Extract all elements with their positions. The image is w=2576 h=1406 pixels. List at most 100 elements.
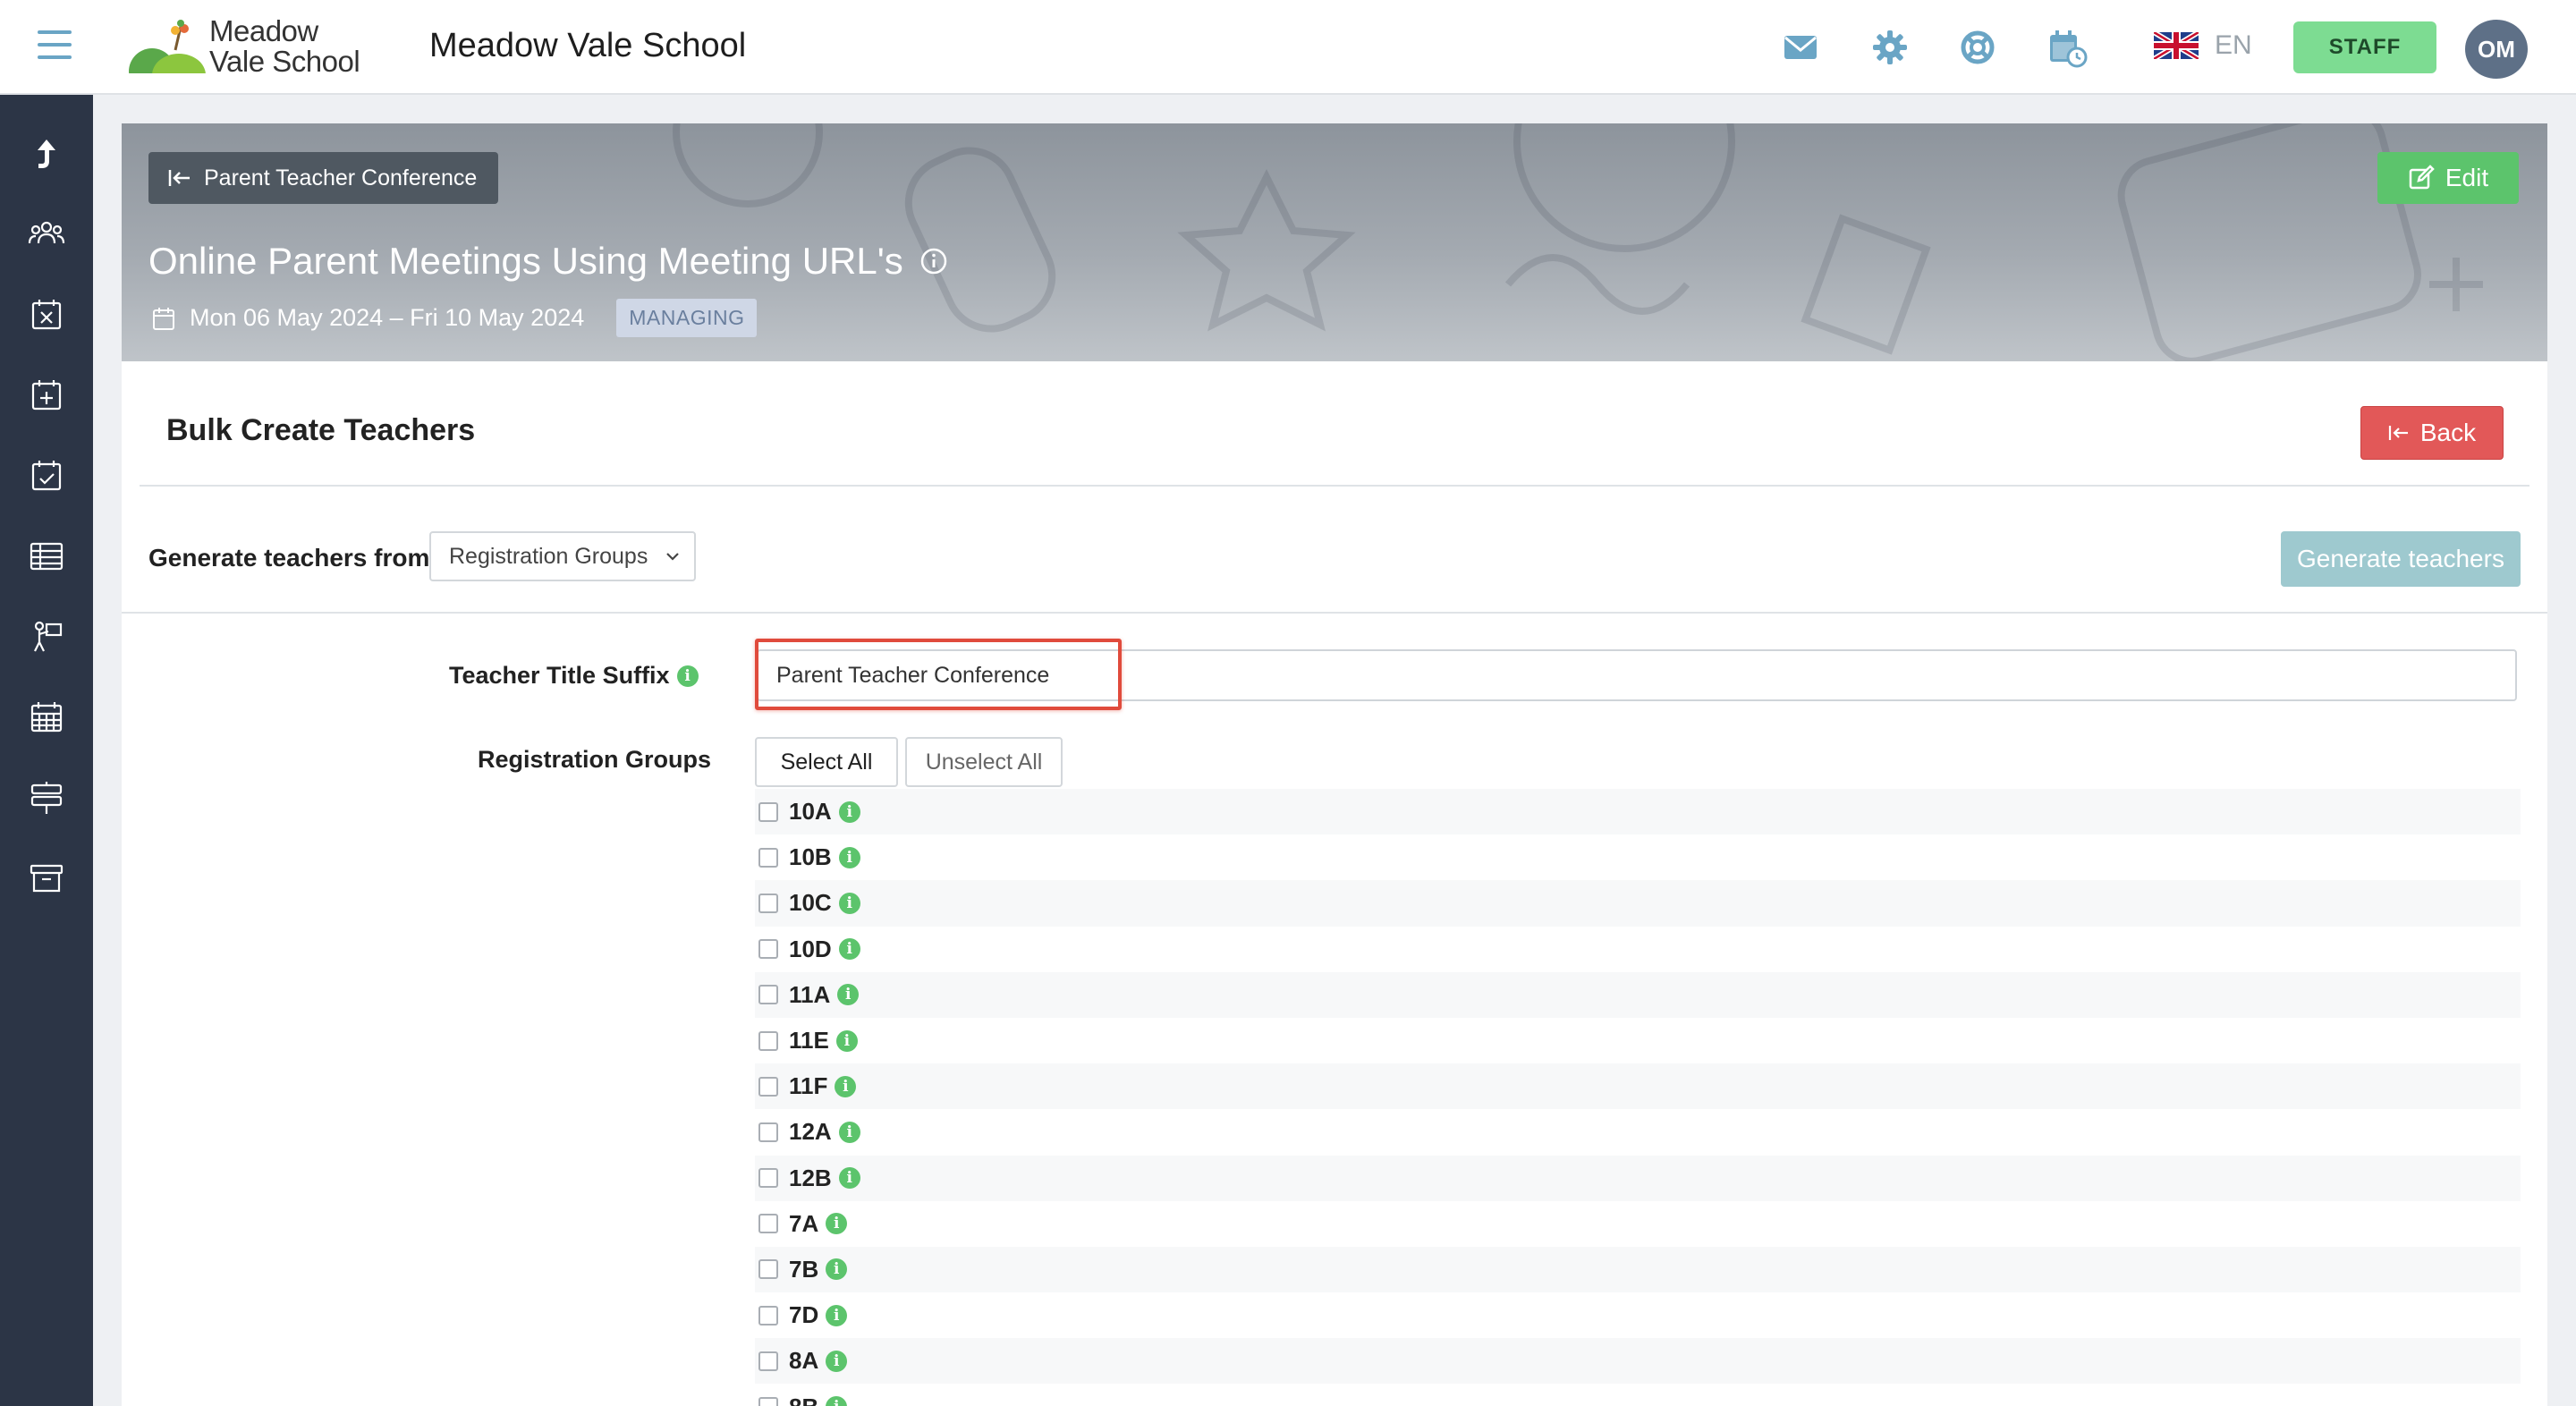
generate-from-value: Registration Groups (449, 543, 648, 569)
select-all-button[interactable]: Select All (755, 737, 898, 787)
hamburger-menu-icon[interactable] (38, 30, 72, 61)
list-item[interactable]: 8A i (755, 1338, 2521, 1385)
language-selector[interactable]: EN (2154, 30, 2252, 61)
unselect-all-button[interactable]: Unselect All (905, 737, 1063, 787)
group-name: 8A (789, 1347, 819, 1375)
arrow-left-bar-icon (2388, 426, 2408, 440)
info-icon[interactable]: i (835, 1029, 858, 1052)
breadcrumb-back-button[interactable]: Parent Teacher Conference (148, 152, 499, 204)
info-icon[interactable]: i (826, 1304, 848, 1326)
list-item[interactable]: 7D i (755, 1292, 2521, 1338)
section-title: Bulk Create Teachers (166, 413, 476, 447)
list-item[interactable]: 12B i (755, 1155, 2521, 1201)
info-icon[interactable]: i (835, 1075, 857, 1097)
uk-flag-icon (2154, 32, 2199, 59)
list-item[interactable]: 10C i (755, 880, 2521, 927)
person-board-icon[interactable] (27, 617, 66, 656)
info-icon[interactable]: i (838, 1167, 860, 1190)
share-arrow-icon[interactable] (27, 134, 66, 174)
mail-icon[interactable] (1780, 27, 1821, 68)
list-item[interactable]: 10A i (755, 789, 2521, 835)
info-circle-icon[interactable] (919, 247, 948, 275)
back-button[interactable]: Back (2360, 406, 2504, 460)
calendar-icon (153, 307, 174, 330)
arrow-left-bar-icon (168, 170, 190, 186)
list-item[interactable]: 12A i (755, 1109, 2521, 1155)
school-name: Meadow Vale School (429, 27, 747, 64)
list-item[interactable]: 8B i (755, 1384, 2521, 1406)
list-item[interactable]: 10D i (755, 927, 2521, 972)
help-lifebuoy-icon[interactable] (1957, 27, 1998, 68)
table-icon[interactable] (27, 537, 66, 576)
calendar-clock-icon[interactable] (2046, 27, 2088, 68)
group-checkbox[interactable] (758, 847, 778, 868)
top-bar: Meadow Vale School Meadow Vale School EN… (0, 0, 2576, 95)
registration-group-list: 10A i 10B i 10C i 10D i 11A i 11E i 11F i 12A i 12B i 7A i 7… (755, 789, 2521, 1406)
group-checkbox[interactable] (758, 1030, 778, 1051)
list-item[interactable]: 11A i (755, 971, 2521, 1018)
calendar-x-icon[interactable] (27, 295, 66, 335)
list-item[interactable]: 10B i (755, 834, 2521, 880)
users-icon[interactable] (27, 215, 66, 254)
group-checkbox[interactable] (758, 1122, 778, 1142)
group-name: 7B (789, 1255, 819, 1283)
info-icon[interactable]: i (837, 984, 860, 1006)
calendar-plus-icon[interactable] (27, 376, 66, 415)
group-checkbox[interactable] (758, 1259, 778, 1280)
group-name: 11A (789, 980, 831, 1008)
info-icon[interactable]: i (838, 892, 860, 914)
group-name: 10D (789, 935, 832, 962)
info-icon[interactable]: i (838, 938, 860, 961)
calendar-check-icon[interactable] (27, 456, 66, 495)
calendar-grid-icon[interactable] (27, 698, 66, 737)
group-checkbox[interactable] (758, 1168, 778, 1189)
list-item[interactable]: 11F i (755, 1063, 2521, 1110)
group-name: 10C (789, 889, 832, 917)
group-name: 10A (789, 798, 832, 826)
generate-from-label: Generate teachers from: (148, 544, 438, 572)
info-icon[interactable]: i (826, 1396, 848, 1406)
event-title: Online Parent Meetings Using Meeting URL… (148, 240, 948, 283)
generate-from-select[interactable]: Registration Groups (429, 531, 696, 581)
group-name: 11E (789, 1027, 829, 1054)
group-checkbox[interactable] (758, 801, 778, 822)
group-checkbox[interactable] (758, 1305, 778, 1326)
group-name: 10B (789, 843, 832, 871)
list-item[interactable]: 11E i (755, 1018, 2521, 1063)
group-checkbox[interactable] (758, 1351, 778, 1371)
list-item[interactable]: 7B i (755, 1246, 2521, 1293)
school-logo[interactable]: Meadow Vale School (129, 16, 361, 79)
staff-role-button[interactable]: STAFF (2293, 21, 2436, 73)
teacher-title-suffix-label: Teacher Title Suffix i (449, 662, 699, 690)
group-checkbox[interactable] (758, 939, 778, 960)
info-icon[interactable]: i (838, 846, 860, 868)
edit-button[interactable]: Edit (2377, 152, 2519, 204)
group-name: 7D (789, 1301, 819, 1329)
group-checkbox[interactable] (758, 1076, 778, 1097)
event-date-range: Mon 06 May 2024 – Fri 10 May 2024 MANAGI… (152, 299, 758, 337)
suffix-label-text: Teacher Title Suffix (449, 662, 670, 689)
chevron-down-icon (666, 553, 679, 561)
info-icon[interactable]: i (676, 665, 699, 687)
info-icon[interactable]: i (838, 800, 860, 823)
info-icon[interactable]: i (826, 1213, 848, 1235)
breadcrumb-label: Parent Teacher Conference (204, 165, 478, 191)
generate-teachers-button[interactable]: Generate teachers (2281, 531, 2521, 587)
group-checkbox[interactable] (758, 1397, 778, 1406)
event-banner: Parent Teacher Conference Edit Online Pa… (122, 123, 2547, 361)
teacher-title-suffix-input[interactable] (757, 649, 2517, 701)
info-icon[interactable]: i (838, 1121, 860, 1143)
archive-icon[interactable] (27, 859, 66, 898)
info-icon[interactable]: i (826, 1350, 848, 1372)
settings-icon[interactable] (1869, 27, 1911, 68)
group-checkbox[interactable] (758, 893, 778, 913)
date-range-text: Mon 06 May 2024 – Fri 10 May 2024 (190, 304, 585, 331)
group-checkbox[interactable] (758, 1214, 778, 1234)
list-item[interactable]: 7A i (755, 1201, 2521, 1247)
event-title-text: Online Parent Meetings Using Meeting URL… (148, 240, 903, 282)
info-icon[interactable]: i (826, 1258, 848, 1281)
user-avatar[interactable]: OM (2465, 20, 2528, 79)
group-checkbox[interactable] (758, 985, 778, 1005)
signpost-icon[interactable] (27, 778, 66, 817)
section-divider (140, 485, 2529, 487)
